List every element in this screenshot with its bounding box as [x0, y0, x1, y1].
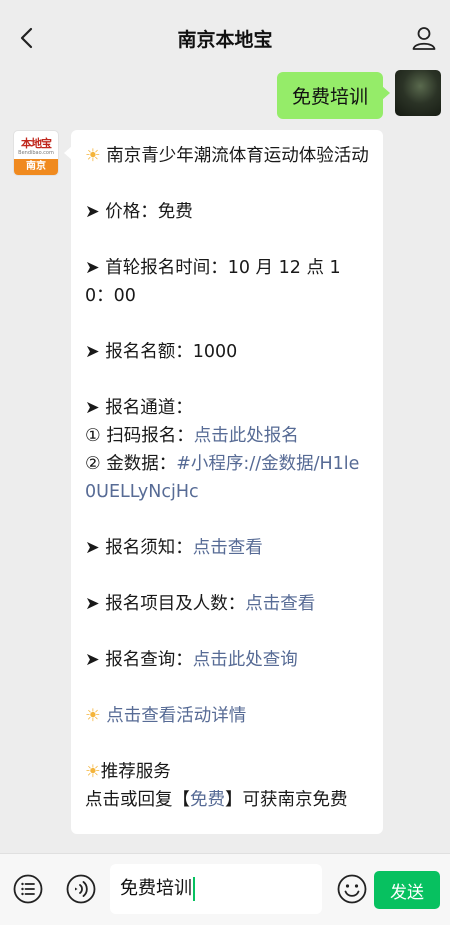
- sun-icon: ☀: [85, 762, 101, 782]
- query-here-link[interactable]: 点击此处查询: [193, 650, 298, 670]
- message-input[interactable]: 免费培训: [110, 864, 322, 914]
- quota-line: ➤ 报名名额：1000: [85, 342, 238, 362]
- notice-view-link[interactable]: 点击查看: [193, 538, 263, 558]
- page-title: 南京本地宝: [177, 28, 273, 51]
- recommend-text-line: 点击或回复【免费】可获南京免费: [85, 786, 369, 814]
- avatar-logo-city: 南京: [14, 159, 58, 175]
- text-caret: [193, 877, 195, 901]
- price-line: ➤ 价格：免费: [85, 202, 193, 222]
- avatar-logo-sub: Bendibao.com: [18, 150, 54, 156]
- status-bar: [0, 0, 450, 12]
- channel-scan-line: ① 扫码报名：点击此处报名: [85, 422, 369, 450]
- sent-message-bubble[interactable]: 免费培训: [276, 72, 391, 119]
- registration-time-line: ➤ 首轮报名时间：10 月 12 点 10：00: [85, 258, 341, 306]
- query-label: ➤ 报名查询：: [85, 650, 193, 670]
- free-keyword-link[interactable]: 免费: [190, 790, 225, 810]
- send-button[interactable]: 发送: [374, 871, 440, 909]
- input-bar: 免费培训 发送: [0, 853, 450, 925]
- channel-label: ➤ 报名通道：: [85, 398, 193, 418]
- register-here-link[interactable]: 点击此处报名: [194, 426, 299, 446]
- query-line: ➤ 报名查询：点击此处查询: [85, 646, 369, 674]
- user-avatar[interactable]: [395, 70, 441, 116]
- message-input-value: 免费培训: [120, 878, 192, 899]
- sun-icon: ☀: [85, 146, 101, 166]
- sun-icon: ☀: [85, 706, 101, 726]
- recommend-title: 推荐服务: [100, 762, 171, 782]
- received-message-bubble[interactable]: ☀ 南京青少年潮流体育运动体验活动 ➤ 价格：免费 ➤ 首轮报名时间：10 月 …: [64, 130, 383, 834]
- details-line: ☀ 点击查看活动详情: [85, 702, 369, 730]
- emoji-icon[interactable]: [336, 873, 368, 905]
- chat-area[interactable]: 免费培训 本地宝 Bendibao.com 南京 ☀ 南京青少年潮流体育运动体验…: [0, 64, 450, 853]
- event-details-link[interactable]: 点击查看活动详情: [106, 706, 246, 726]
- top-nav-bar: 南京本地宝: [0, 12, 450, 64]
- items-label: ➤ 报名项目及人数：: [85, 594, 246, 614]
- event-title: 南京青少年潮流体育运动体验活动: [106, 146, 369, 166]
- avatar-logo-text: 本地宝: [21, 137, 52, 150]
- official-account-avatar[interactable]: 本地宝 Bendibao.com 南京: [13, 130, 59, 176]
- recommend-title-line: ☀推荐服务: [85, 758, 369, 786]
- channel-scan-prefix: ① 扫码报名：: [85, 426, 194, 446]
- recommend-text-a: 点击或回复【: [85, 790, 190, 810]
- sent-message-row: 免费培训: [276, 70, 441, 119]
- notice-label: ➤ 报名须知：: [85, 538, 193, 558]
- event-title-line: ☀ 南京青少年潮流体育运动体验活动: [85, 142, 369, 170]
- profile-icon[interactable]: [410, 24, 438, 52]
- recommend-text-b: 】可获南京免费: [225, 790, 348, 810]
- items-view-link[interactable]: 点击查看: [245, 594, 315, 614]
- received-message-row: 本地宝 Bendibao.com 南京 ☀ 南京青少年潮流体育运动体验活动 ➤ …: [13, 130, 383, 834]
- notice-line: ➤ 报名须知：点击查看: [85, 534, 369, 562]
- items-line: ➤ 报名项目及人数：点击查看: [85, 590, 369, 618]
- channel-data-prefix: ② 金数据：: [85, 454, 177, 474]
- menu-list-icon[interactable]: [12, 873, 44, 905]
- channel-data-line: ② 金数据：#小程序://金数据/H1le0UELLyNcjHc: [85, 450, 369, 506]
- back-arrow-icon[interactable]: [14, 24, 42, 52]
- voice-icon[interactable]: [65, 873, 97, 905]
